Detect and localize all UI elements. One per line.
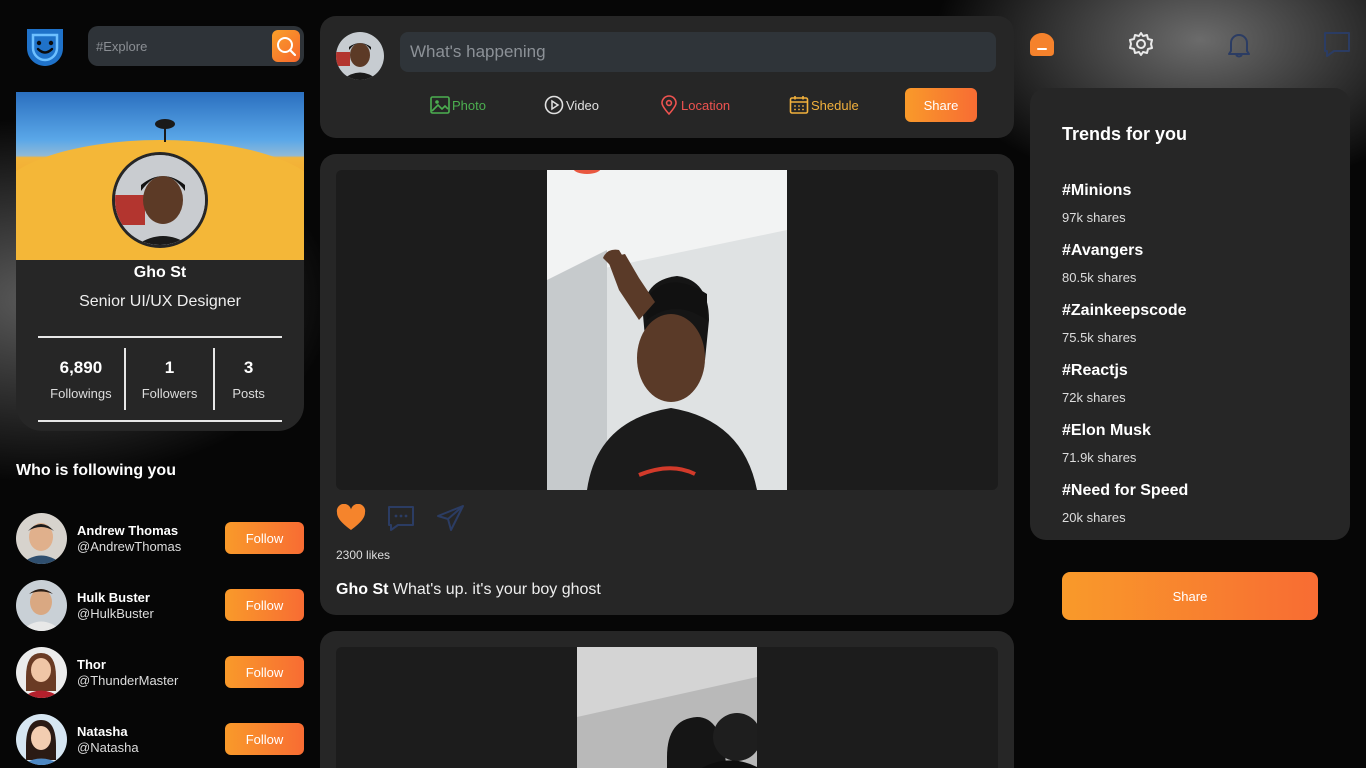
follow-button[interactable]: Follow bbox=[225, 589, 304, 621]
trend-tag: #Zainkeepscode bbox=[1062, 302, 1187, 319]
share-button[interactable]: Share bbox=[1062, 572, 1318, 620]
follow-button[interactable]: Follow bbox=[225, 723, 304, 755]
trends-title: Trends for you bbox=[1062, 124, 1188, 144]
follower-handle: @ThunderMaster bbox=[77, 672, 179, 688]
follower-item: Andrew Thomas @AndrewThomas Follow bbox=[16, 512, 304, 564]
stat-followers[interactable]: 1 Followers bbox=[126, 348, 214, 410]
follower-handle: @HulkBuster bbox=[77, 605, 154, 621]
post-actions bbox=[336, 504, 466, 532]
follower-name: Natasha bbox=[77, 723, 128, 739]
trend-count: 97k shares bbox=[1062, 210, 1126, 225]
photo-option[interactable]: Photo bbox=[430, 95, 486, 115]
trend-tag: #Need for Speed bbox=[1062, 482, 1189, 499]
post-card bbox=[320, 631, 1014, 768]
trend-tag: #Minions bbox=[1062, 182, 1132, 199]
trend-item[interactable]: #Minions 97k shares bbox=[1062, 182, 1131, 225]
follower-handle: @AndrewThomas bbox=[77, 538, 182, 554]
video-option[interactable]: Video bbox=[544, 95, 599, 115]
location-option[interactable]: Location bbox=[659, 95, 730, 115]
calendar-icon bbox=[789, 96, 809, 114]
post-photo bbox=[577, 647, 761, 768]
trend-tag: #Elon Musk bbox=[1062, 422, 1151, 439]
profile-stats: 6,890 Followings 1 Followers 3 Posts bbox=[38, 348, 282, 410]
share-post-button[interactable]: Share bbox=[905, 88, 977, 122]
search-input[interactable] bbox=[88, 38, 272, 54]
search-button[interactable] bbox=[272, 30, 300, 62]
divider bbox=[38, 336, 282, 338]
trends-card: Trends for you #Minions 97k shares #Avan… bbox=[1030, 88, 1350, 540]
post-composer: Photo Video Location bbox=[320, 16, 1014, 138]
nav-home[interactable] bbox=[1028, 30, 1056, 63]
trend-item[interactable]: #Need for Speed 20k shares bbox=[1062, 482, 1188, 525]
trend-count: 72k shares bbox=[1062, 390, 1126, 405]
send-icon[interactable] bbox=[436, 504, 466, 532]
profile-avatar[interactable] bbox=[112, 152, 208, 248]
follow-button[interactable]: Follow bbox=[225, 656, 304, 688]
search-icon bbox=[277, 37, 297, 57]
trend-item[interactable]: #Reactjs 72k shares bbox=[1062, 362, 1128, 405]
nav-settings[interactable] bbox=[1128, 30, 1154, 63]
trend-item[interactable]: #Avangers 80.5k shares bbox=[1062, 242, 1143, 285]
divider bbox=[38, 420, 282, 422]
comment-icon[interactable] bbox=[386, 504, 416, 532]
follower-item: Hulk Buster @HulkBuster Follow bbox=[16, 579, 304, 631]
trend-count: 20k shares bbox=[1062, 510, 1126, 525]
post-media[interactable] bbox=[336, 647, 998, 768]
trend-tag: #Avangers bbox=[1062, 242, 1144, 259]
heart-icon[interactable] bbox=[336, 504, 366, 532]
avatar[interactable] bbox=[16, 713, 67, 765]
follower-name: Thor bbox=[77, 656, 106, 672]
followers-title: Who is following you bbox=[16, 462, 176, 479]
trend-count: 75.5k shares bbox=[1062, 330, 1137, 345]
search-bar bbox=[88, 26, 304, 66]
post-media[interactable] bbox=[336, 170, 998, 490]
stat-posts[interactable]: 3 Posts bbox=[215, 348, 282, 410]
avatar[interactable] bbox=[336, 32, 384, 80]
follower-handle: @Natasha bbox=[77, 739, 139, 755]
comment-icon bbox=[1324, 32, 1350, 57]
nav-messages[interactable] bbox=[1322, 30, 1352, 63]
stat-followings[interactable]: 6,890 Followings bbox=[38, 348, 124, 410]
follow-button[interactable]: Follow bbox=[225, 522, 304, 554]
likes-count: 2300 likes bbox=[336, 548, 391, 562]
gear-icon bbox=[1129, 32, 1153, 56]
avatar[interactable] bbox=[16, 579, 67, 631]
profile-name: Gho St bbox=[133, 264, 187, 281]
avatar[interactable] bbox=[16, 512, 67, 564]
post-text: What's up. it's your boy ghost bbox=[392, 581, 601, 598]
location-pin-icon bbox=[661, 95, 677, 115]
trend-item[interactable]: #Elon Musk 71.9k shares bbox=[1062, 422, 1151, 465]
trend-count: 80.5k shares bbox=[1062, 270, 1137, 285]
nav-notifications[interactable] bbox=[1225, 30, 1253, 63]
trend-item[interactable]: #Zainkeepscode 75.5k shares bbox=[1062, 302, 1187, 345]
trend-count: 71.9k shares bbox=[1062, 450, 1137, 465]
image-icon bbox=[430, 96, 450, 114]
home-icon bbox=[1030, 33, 1054, 56]
schedule-option[interactable]: Shedule bbox=[789, 95, 859, 115]
follower-name: Andrew Thomas bbox=[77, 522, 179, 538]
follower-item: Thor @ThunderMaster Follow bbox=[16, 646, 304, 698]
post-author[interactable]: Gho St bbox=[336, 581, 388, 598]
profile-card: Gho St Senior UI/UX Designer 6,890 Follo… bbox=[16, 92, 304, 431]
trend-tag: #Reactjs bbox=[1062, 362, 1128, 379]
avatar[interactable] bbox=[16, 646, 67, 698]
follower-item: Natasha @Natasha Follow bbox=[16, 713, 304, 765]
post-card: 2300 likes Gho St What's up. it's your b… bbox=[320, 154, 1014, 615]
post-photo bbox=[547, 170, 787, 490]
app-logo-icon[interactable] bbox=[24, 26, 66, 68]
profile-role: Senior UI/UX Designer bbox=[79, 293, 241, 310]
post-input[interactable] bbox=[400, 32, 996, 72]
post-caption: Gho St What's up. it's your boy ghost bbox=[336, 581, 601, 599]
play-circle-icon bbox=[544, 95, 564, 115]
follower-name: Hulk Buster bbox=[77, 589, 150, 605]
bell-icon bbox=[1228, 34, 1250, 58]
